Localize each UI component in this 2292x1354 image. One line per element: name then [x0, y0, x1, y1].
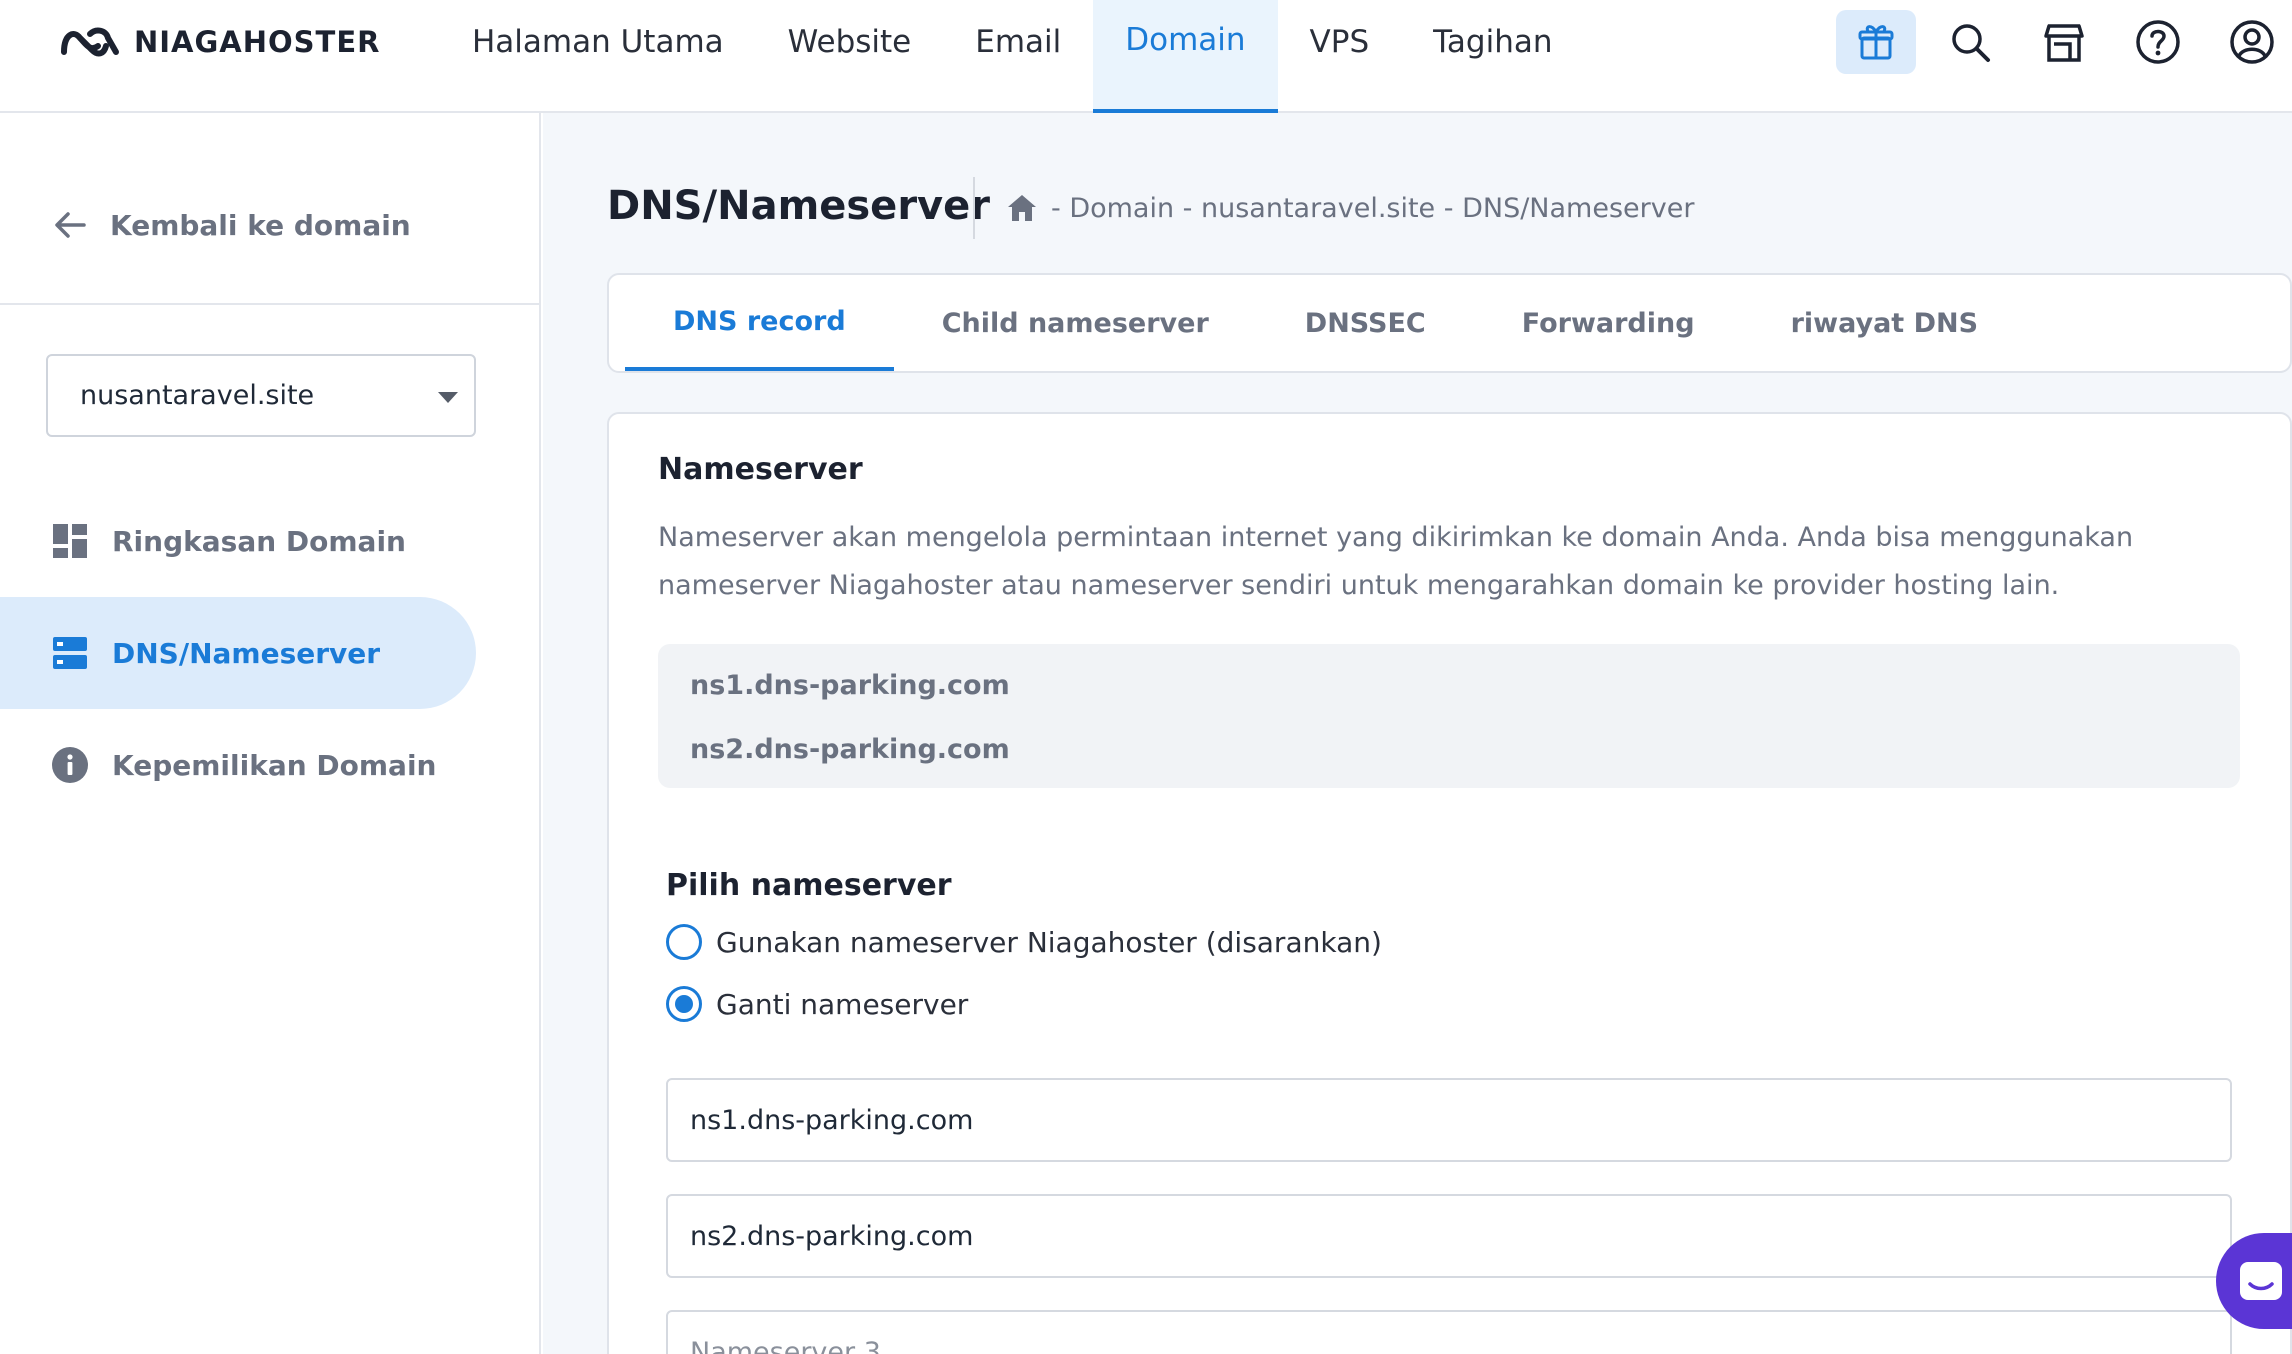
nav-email[interactable]: Email	[943, 0, 1093, 113]
brand-name: NIAGAHOSTER	[134, 25, 381, 59]
back-to-domain-link[interactable]: Kembali ke domain	[50, 205, 411, 245]
home-icon[interactable]	[1005, 191, 1039, 225]
current-nameserver-1: ns1.dns-parking.com	[690, 670, 1010, 701]
tab-dns-record[interactable]: DNS record	[625, 275, 894, 371]
sidebar-divider	[0, 303, 541, 305]
chat-icon	[2240, 1262, 2282, 1300]
sidebar-item-ringkasan-domain[interactable]: Ringkasan Domain	[0, 485, 476, 597]
tab-dnssec[interactable]: DNSSEC	[1257, 275, 1474, 371]
gift-icon	[1858, 25, 1894, 60]
help-icon	[2136, 20, 2180, 64]
help-button[interactable]	[2118, 10, 2198, 74]
domain-select-value: nusantaravel.site	[80, 380, 315, 411]
nav-tagihan[interactable]: Tagihan	[1401, 0, 1584, 113]
nav-domain[interactable]: Domain	[1093, 0, 1278, 113]
sidebar: Kembali ke domain nusantaravel.site Ring…	[0, 113, 541, 1354]
tab-riwayat-dns[interactable]: riwayat DNS	[1743, 275, 2026, 371]
radio-default[interactable]	[666, 924, 702, 960]
store-icon	[2044, 24, 2084, 62]
radio-custom-label: Ganti nameserver	[716, 987, 969, 1021]
nav-website[interactable]: Website	[756, 0, 944, 113]
radio-default-label: Gunakan nameserver Niagahoster (disarank…	[716, 925, 1382, 959]
sidebar-item-label: Kepemilikan Domain	[112, 748, 437, 782]
gift-button[interactable]	[1836, 10, 1916, 74]
radio-option-custom[interactable]: Ganti nameserver	[666, 986, 968, 1022]
radio-option-default[interactable]: Gunakan nameserver Niagahoster (disarank…	[666, 924, 1382, 960]
nameserver-1-input[interactable]	[666, 1078, 2232, 1162]
sidebar-item-kepemilikan-domain[interactable]: Kepemilikan Domain	[0, 709, 476, 821]
dns-icon	[53, 637, 87, 669]
search-icon	[1952, 24, 1990, 62]
niagahoster-logo[interactable]: NIAGAHOSTER	[60, 22, 380, 62]
nameserver-card: Nameserver Nameserver akan mengelola per…	[607, 412, 2292, 1354]
breadcrumb: - Domain - nusantaravel.site - DNS/Names…	[1005, 191, 1694, 225]
radio-custom[interactable]	[666, 986, 702, 1022]
title-separator	[973, 177, 975, 239]
store-button[interactable]	[2024, 10, 2104, 74]
logo-icon	[61, 27, 119, 57]
tab-forwarding[interactable]: Forwarding	[1474, 275, 1743, 371]
nav-vps[interactable]: VPS	[1278, 0, 1402, 113]
main-content: DNS/Nameserver - Domain - nusantaravel.s…	[543, 113, 2292, 1354]
nameserver-description: Nameserver akan mengelola permintaan int…	[658, 522, 2134, 601]
dashboard-icon	[53, 524, 87, 558]
domain-select[interactable]: nusantaravel.site	[46, 354, 476, 437]
top-icons	[1822, 10, 2292, 74]
account-icon	[2230, 20, 2274, 64]
pick-nameserver-title: Pilih nameserver	[666, 868, 952, 903]
sidebar-item-label: DNS/Nameserver	[112, 636, 381, 670]
main-nav: Halaman Utama Website Email Domain VPS T…	[440, 0, 1585, 113]
page-title: DNS/Nameserver	[607, 183, 990, 229]
nav-halaman-utama[interactable]: Halaman Utama	[440, 0, 756, 113]
current-nameserver-2: ns2.dns-parking.com	[690, 734, 1010, 765]
info-icon	[52, 747, 88, 783]
account-button[interactable]	[2212, 10, 2292, 74]
arrow-left-icon	[55, 212, 86, 238]
nameserver-3-input[interactable]	[666, 1310, 2232, 1354]
tab-child-nameserver[interactable]: Child nameserver	[894, 275, 1257, 371]
dns-tabs: DNS record Child nameserver DNSSEC Forwa…	[607, 273, 2292, 373]
sidebar-item-label: Ringkasan Domain	[112, 524, 406, 558]
back-link-label: Kembali ke domain	[110, 208, 411, 242]
search-button[interactable]	[1930, 10, 2010, 74]
top-navbar: NIAGAHOSTER Halaman Utama Website Email …	[0, 0, 2292, 113]
nameserver-2-input[interactable]	[666, 1194, 2232, 1278]
current-nameserver-box: ns1.dns-parking.com ns2.dns-parking.com	[658, 644, 2240, 788]
breadcrumb-path[interactable]: - Domain - nusantaravel.site - DNS/Names…	[1051, 193, 1694, 224]
radio-selected-dot	[675, 995, 693, 1013]
nameserver-title: Nameserver	[658, 452, 863, 487]
sidebar-item-dns-nameserver[interactable]: DNS/Nameserver	[0, 597, 476, 709]
chevron-down-icon	[438, 392, 458, 403]
